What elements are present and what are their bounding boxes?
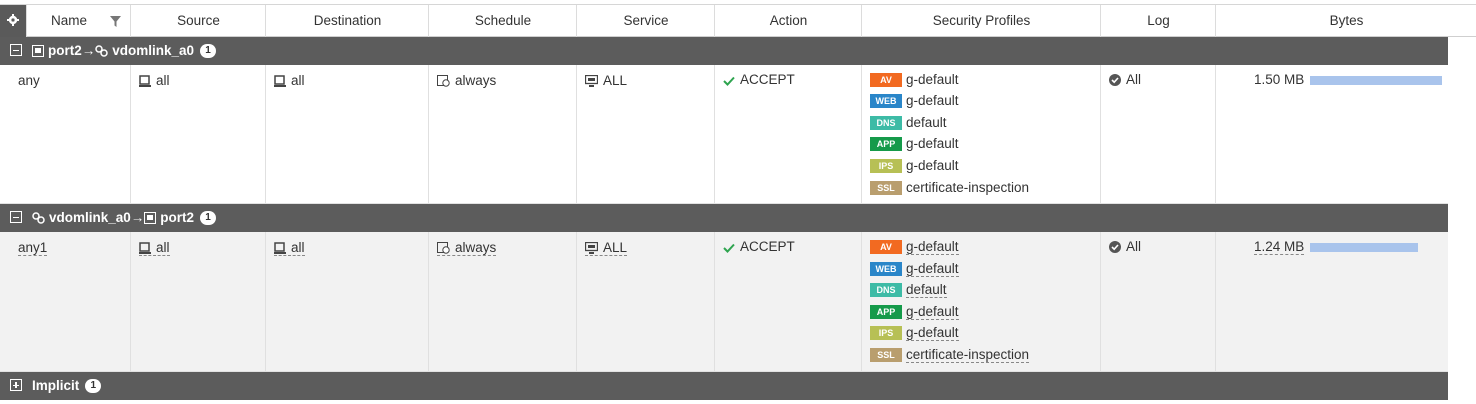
group-count-badge: 1: [200, 44, 217, 59]
column-header-service[interactable]: Service: [576, 5, 715, 37]
vdom-link-icon: [32, 212, 45, 225]
column-header-action[interactable]: Action: [714, 5, 862, 37]
group-to-label: vdomlink_a0: [112, 43, 195, 58]
column-header-bytes[interactable]: Bytes: [1215, 5, 1476, 37]
service-icon: [585, 75, 598, 87]
check-icon: [723, 76, 735, 86]
policy-group-implicit[interactable]: Implicit 1: [0, 372, 1448, 400]
service-value[interactable]: ALL: [603, 240, 627, 255]
column-header-security-profiles[interactable]: Security Profiles: [861, 5, 1101, 37]
bytes-bar: [1310, 243, 1419, 252]
schedule-icon: [437, 242, 450, 254]
address-icon: [274, 242, 286, 254]
action-value: ACCEPT: [740, 239, 795, 254]
ssl-badge: SSL: [870, 180, 902, 195]
ips-badge: IPS: [870, 158, 902, 173]
policy-name[interactable]: any1: [18, 240, 48, 256]
filter-icon[interactable]: [110, 16, 121, 27]
app-badge: APP: [870, 304, 902, 319]
web-badge: WEB: [870, 93, 902, 108]
interface-port-icon: [144, 212, 157, 225]
group-title: Implicit: [32, 378, 80, 393]
column-settings-button[interactable]: [0, 5, 26, 37]
schedule-value[interactable]: always: [455, 73, 496, 88]
check-icon: [723, 243, 735, 253]
source-value[interactable]: all: [156, 73, 170, 88]
bytes-bar: [1310, 76, 1442, 85]
dns-badge: DNS: [870, 115, 902, 130]
interface-port-icon: [32, 45, 44, 58]
dns-badge: DNS: [870, 282, 902, 297]
vdom-link-icon: [95, 45, 108, 58]
column-header-source[interactable]: Source: [130, 5, 266, 37]
ssl-badge: SSL: [870, 347, 902, 362]
profile-web[interactable]: g-default: [906, 93, 959, 108]
service-value[interactable]: ALL: [603, 73, 627, 88]
collapse-toggle[interactable]: [10, 44, 22, 56]
group-from-label: port2: [48, 43, 82, 58]
profile-dns[interactable]: default: [906, 282, 947, 299]
profile-dns[interactable]: default: [906, 115, 947, 130]
column-header-log[interactable]: Log: [1100, 5, 1216, 37]
column-header-name[interactable]: Name: [26, 5, 131, 37]
arrow-right-icon: →: [81, 43, 96, 58]
av-badge: AV: [870, 72, 902, 87]
destination-value[interactable]: all: [291, 73, 305, 88]
table-row[interactable]: any all all always ALL ACCEPT AV g-defaul…: [0, 65, 1448, 204]
group-count-badge: 1: [85, 379, 102, 394]
web-badge: WEB: [870, 261, 902, 276]
collapse-toggle[interactable]: [10, 211, 22, 223]
schedule-value[interactable]: always: [455, 240, 496, 255]
log-value: All: [1126, 239, 1142, 254]
log-check-icon: [1109, 74, 1121, 86]
ips-badge: IPS: [870, 325, 902, 340]
group-from-label: vdomlink_a0: [49, 210, 131, 225]
profile-web[interactable]: g-default: [906, 261, 959, 278]
policy-group-vdomlink-to-port2[interactable]: vdomlink_a0→ port2 1: [0, 204, 1448, 232]
table-row[interactable]: any1 all all always ALL ACCEPT AV g-defau…: [0, 232, 1448, 372]
expand-toggle[interactable]: [10, 379, 22, 391]
column-header-schedule[interactable]: Schedule: [428, 5, 577, 37]
address-icon: [139, 75, 151, 87]
destination-value[interactable]: all: [291, 240, 305, 255]
profile-av[interactable]: g-default: [906, 72, 959, 87]
profile-ssl[interactable]: certificate-inspection: [906, 180, 1029, 195]
av-badge: AV: [870, 239, 902, 254]
table-header: Name Source Destination Schedule Service…: [0, 4, 1476, 37]
group-count-badge: 1: [200, 211, 217, 226]
address-icon: [139, 242, 151, 254]
profile-app[interactable]: g-default: [906, 304, 959, 321]
address-icon: [274, 75, 286, 87]
schedule-icon: [437, 75, 450, 87]
action-value: ACCEPT: [740, 72, 795, 87]
gear-icon: [7, 14, 19, 26]
log-check-icon: [1109, 241, 1121, 253]
group-to-label: port2: [160, 210, 195, 225]
arrow-right-icon: →: [130, 210, 145, 225]
service-icon: [585, 242, 598, 254]
column-header-destination[interactable]: Destination: [265, 5, 429, 37]
log-value: All: [1126, 72, 1142, 87]
app-badge: APP: [870, 136, 902, 151]
profile-av[interactable]: g-default: [906, 239, 959, 256]
profile-app[interactable]: g-default: [906, 136, 959, 151]
bytes-value[interactable]: 1.24 MB: [1254, 239, 1305, 255]
source-value[interactable]: all: [156, 240, 170, 255]
profile-ips[interactable]: g-default: [906, 158, 959, 173]
policy-group-port2-to-vdomlink[interactable]: port2→ vdomlink_a0 1: [0, 37, 1448, 65]
profile-ips[interactable]: g-default: [906, 325, 959, 342]
profile-ssl[interactable]: certificate-inspection: [906, 347, 1030, 364]
bytes-value: 1.50 MB: [1254, 72, 1305, 87]
policy-name[interactable]: any: [18, 73, 40, 88]
